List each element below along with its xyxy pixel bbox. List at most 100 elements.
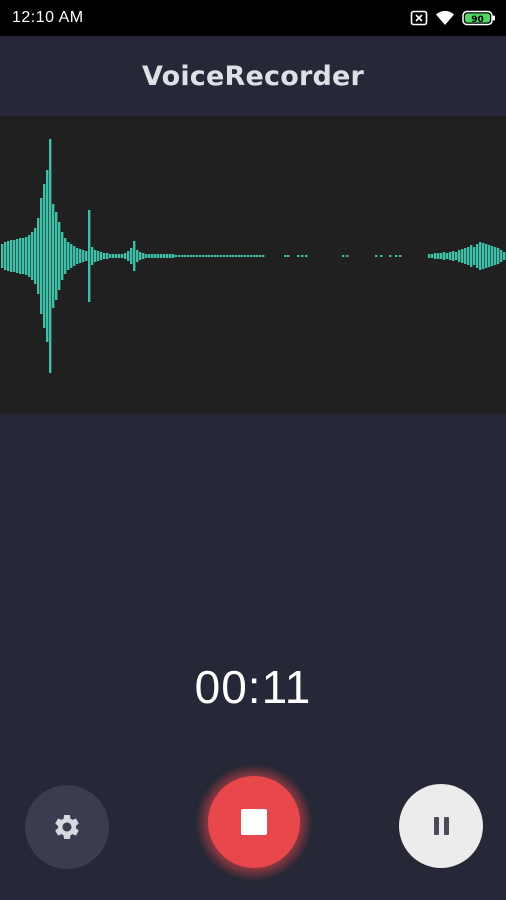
waveform-bar: [70, 244, 73, 268]
waveform-bar: [169, 254, 172, 258]
wifi-icon: [436, 10, 454, 25]
waveform-bar: [244, 255, 247, 257]
waveform-bar: [232, 255, 235, 257]
waveform-bar: [256, 255, 259, 257]
waveform-bar: [434, 253, 437, 259]
waveform-bar: [342, 255, 345, 257]
waveform-bar: [124, 253, 127, 259]
waveform-bar: [175, 255, 178, 257]
waveform-bar: [178, 255, 181, 257]
waveform-bar: [133, 241, 136, 271]
waveform-bar: [181, 255, 184, 257]
waveform-bar: [148, 254, 151, 258]
waveform-bar: [187, 255, 190, 257]
waveform-bar: [10, 240, 13, 272]
waveform-bar: [97, 251, 100, 261]
waveform-bar: [121, 254, 124, 258]
waveform-bar: [154, 254, 157, 258]
waveform-bar: [375, 255, 378, 257]
waveform-bar: [196, 255, 199, 257]
waveform-bar: [94, 250, 97, 262]
waveform-bar: [497, 248, 500, 264]
waveform-bar: [160, 254, 163, 258]
waveform-bar: [34, 228, 37, 284]
waveform-bar: [380, 255, 383, 257]
waveform-bar: [284, 255, 287, 257]
waveform-bar: [55, 212, 58, 300]
waveform-bar: [109, 254, 112, 258]
waveform-bar: [464, 248, 467, 264]
gear-icon: [55, 815, 79, 839]
waveform-bar: [250, 255, 253, 257]
waveform-bar: [346, 255, 349, 257]
waveform-bar: [247, 255, 250, 257]
waveform-bar: [67, 242, 70, 270]
waveform-bar: [241, 255, 244, 257]
waveform-bar: [19, 238, 22, 274]
app-bar: VoiceRecorder: [0, 36, 506, 116]
waveform-bar: [100, 252, 103, 260]
battery-icon: 90: [462, 10, 495, 26]
waveform-bar: [253, 255, 256, 257]
waveform-bar: [91, 247, 94, 265]
waveform-bar: [473, 247, 476, 265]
waveform-bar: [494, 247, 497, 265]
waveform-bar: [22, 238, 25, 274]
waveform-bar: [85, 251, 88, 261]
waveform-bar: [446, 253, 449, 259]
waveform-bar: [115, 254, 118, 258]
waveform-bar: [172, 254, 175, 258]
waveform-bar: [287, 255, 290, 257]
sim-icon: [410, 10, 428, 26]
waveform-bar: [16, 239, 19, 273]
waveform-bar: [262, 255, 265, 257]
waveform-bar: [238, 255, 241, 257]
waveform-bar: [226, 255, 229, 257]
waveform-bar: [142, 253, 145, 259]
waveform-bar: [431, 254, 434, 258]
waveform-bar: [452, 251, 455, 261]
waveform-bar: [49, 139, 52, 373]
waveform-bar: [476, 244, 479, 268]
waveform-bar: [79, 249, 82, 263]
waveform-bar: [7, 241, 10, 271]
waveform-bar: [208, 255, 211, 257]
waveform-bar: [217, 255, 220, 257]
elapsed-timer: 00:11: [194, 661, 312, 713]
waveform-bar: [223, 255, 226, 257]
waveform-bar: [40, 198, 43, 314]
stop-record-button[interactable]: [208, 776, 300, 868]
waveform-bar: [485, 244, 488, 268]
waveform-bar: [389, 255, 392, 257]
waveform-bar: [118, 254, 121, 258]
waveform-bar: [46, 170, 49, 342]
waveform-bar: [205, 255, 208, 257]
waveform-bar: [259, 255, 262, 257]
waveform-bar: [37, 218, 40, 294]
waveform-bar: [163, 254, 166, 258]
waveform-bar: [157, 254, 160, 258]
waveform-bar: [106, 253, 109, 259]
waveform-bar: [461, 249, 464, 263]
waveform-bar: [193, 255, 196, 257]
waveform-bar: [31, 232, 34, 280]
waveform-bar: [13, 240, 16, 272]
waveform-bar: [399, 255, 402, 257]
waveform-bar: [145, 254, 148, 258]
waveform-bar: [458, 250, 461, 262]
waveform-bar: [4, 242, 7, 270]
waveform-bar: [136, 250, 139, 262]
waveform-bar: [58, 222, 61, 290]
waveform-bar: [235, 255, 238, 257]
pause-button[interactable]: [399, 784, 483, 868]
waveform-bar: [76, 248, 79, 264]
waveform-bar: [229, 255, 232, 257]
status-time: 12:10 AM: [12, 9, 84, 26]
waveform-bar: [43, 184, 46, 328]
waveform-bar: [127, 251, 130, 261]
settings-button[interactable]: [25, 785, 109, 869]
waveform-bar: [470, 245, 473, 267]
waveform-bar: [443, 252, 446, 260]
waveform-bar: [103, 253, 106, 259]
waveform-bar: [139, 252, 142, 260]
